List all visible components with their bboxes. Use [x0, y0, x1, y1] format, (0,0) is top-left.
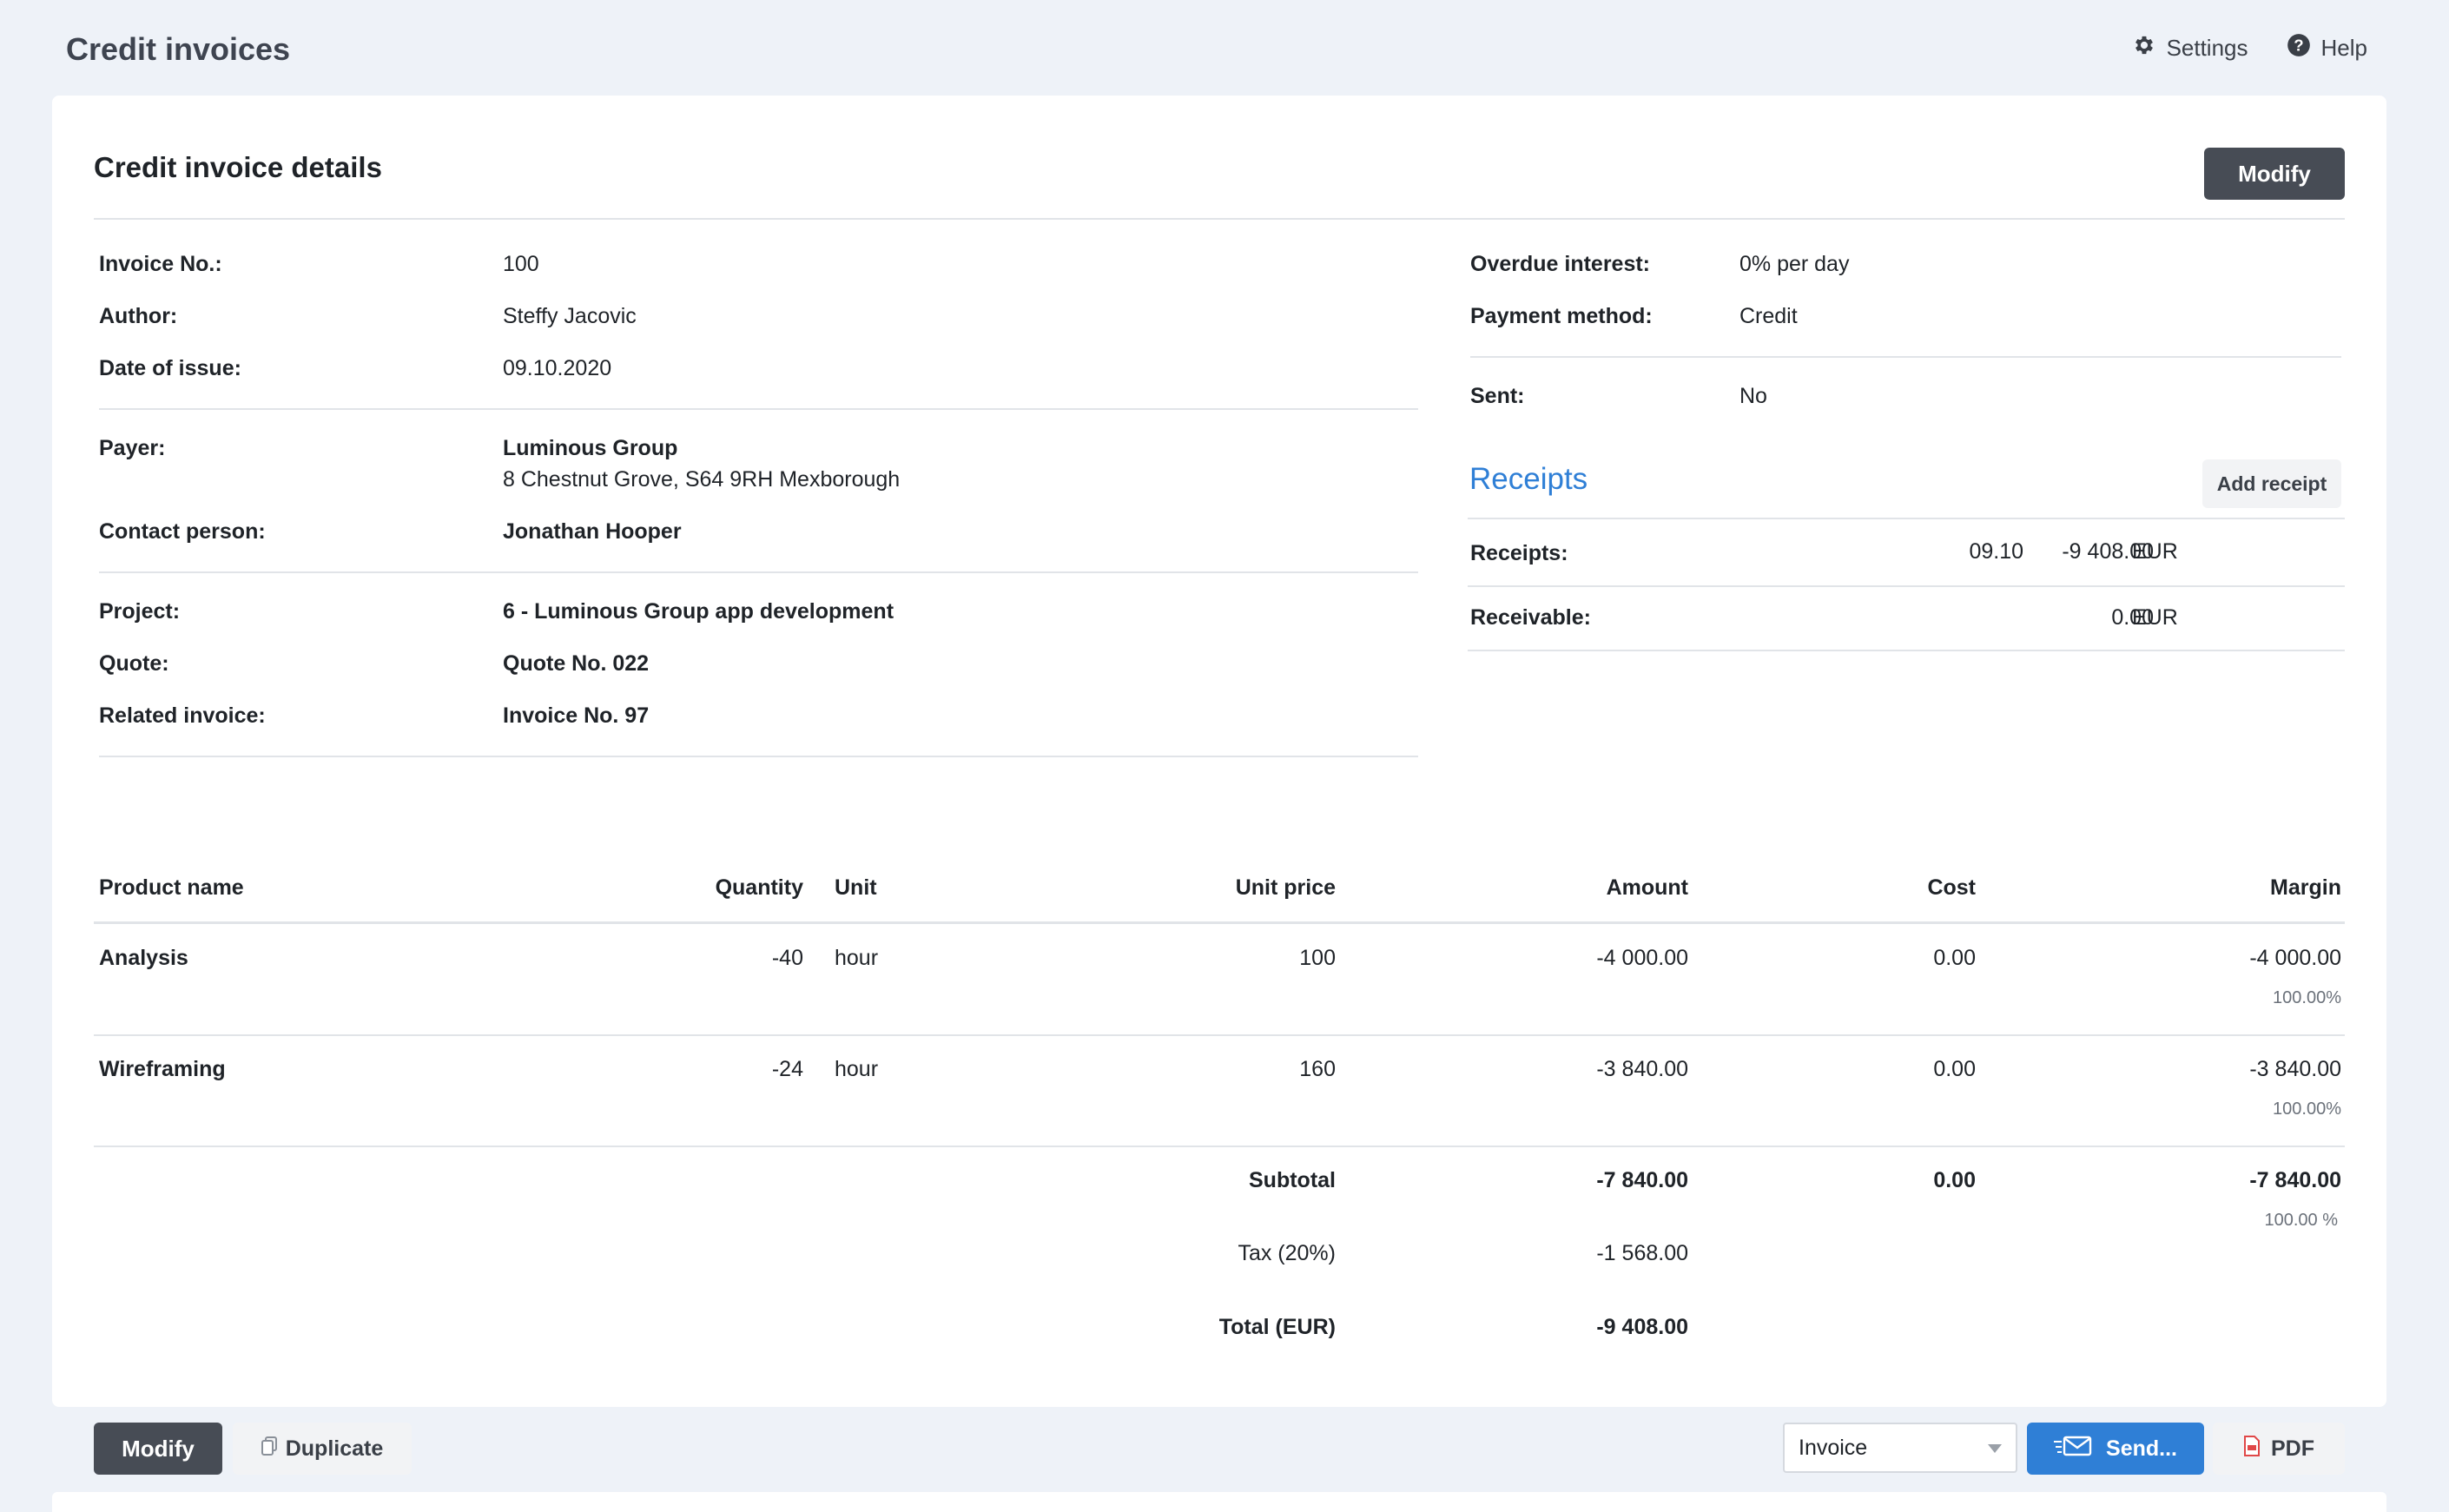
send-button[interactable]: Send...: [2027, 1423, 2204, 1475]
receipt-currency: EUR: [2132, 539, 2178, 564]
total-label: Total (EUR): [1218, 1315, 1336, 1339]
payer-name: Luminous Group: [503, 436, 678, 460]
help-link[interactable]: ? Help: [2287, 33, 2367, 63]
project-link[interactable]: 6 - Luminous Group app development: [503, 599, 894, 624]
sent-value: No: [1739, 384, 1767, 408]
document-type-select[interactable]: Invoice: [1783, 1423, 2017, 1473]
margin-percent: 100.00%: [2273, 1099, 2341, 1119]
receivable-label: Receivable:: [1470, 605, 1591, 630]
col-unit-price: Unit price: [1235, 875, 1336, 900]
top-actions: Settings ? Help: [2132, 33, 2367, 63]
receipts-heading: Receipts: [1469, 462, 1588, 496]
col-margin: Margin: [2270, 875, 2341, 900]
help-label: Help: [2320, 35, 2367, 61]
payment-method-label: Payment method:: [1470, 304, 1653, 328]
total-amount: -9 408.00: [1596, 1315, 1688, 1339]
amount-cell: -4 000.00: [1596, 946, 1688, 970]
quote-label: Quote:: [99, 651, 169, 676]
help-icon: ?: [2287, 33, 2311, 63]
unit-cell: hour: [835, 946, 879, 970]
next-card-edge: [52, 1492, 2386, 1512]
settings-link[interactable]: Settings: [2132, 33, 2248, 63]
contact-person-value: Jonathan Hooper: [503, 519, 682, 544]
divider: [94, 1034, 2345, 1036]
payer-label: Payer:: [99, 436, 166, 460]
document-type-value: Invoice: [1799, 1435, 1868, 1460]
pdf-button[interactable]: PDF: [2213, 1423, 2345, 1475]
tax-amount: -1 568.00: [1596, 1241, 1688, 1265]
col-quantity: Quantity: [715, 875, 803, 900]
add-receipt-button[interactable]: Add receipt: [2202, 459, 2341, 508]
modify-button-bottom[interactable]: Modify: [94, 1423, 222, 1475]
contact-person-label: Contact person:: [99, 519, 266, 544]
duplicate-button[interactable]: Duplicate: [233, 1423, 412, 1475]
modify-button[interactable]: Modify: [2204, 148, 2345, 200]
svg-text:?: ?: [2294, 36, 2303, 54]
pdf-icon: [2243, 1435, 2261, 1462]
top-bar: Credit invoices Settings ? Help: [0, 0, 2449, 96]
margin-cell: -3 840.00: [2249, 1057, 2341, 1081]
send-label: Send...: [2106, 1436, 2177, 1461]
payment-method-value: Credit: [1739, 304, 1798, 328]
invoice-no-value: 100: [503, 252, 539, 276]
table-header-divider: [94, 921, 2345, 924]
cost-cell: 0.00: [1933, 1057, 1976, 1081]
subtotal-amount: -7 840.00: [1596, 1168, 1688, 1192]
divider: [1468, 585, 2345, 587]
receipts-label: Receipts:: [1470, 541, 1568, 565]
amount-cell: -3 840.00: [1596, 1057, 1688, 1081]
divider: [99, 408, 1418, 410]
gear-icon: [2132, 33, 2156, 63]
quantity-cell: -40: [771, 946, 803, 970]
author-label: Author:: [99, 304, 178, 328]
sent-label: Sent:: [1470, 384, 1525, 408]
date-of-issue-value: 09.10.2020: [503, 356, 612, 380]
margin-percent: 100.00%: [2273, 988, 2341, 1007]
quantity-cell: -24: [771, 1057, 803, 1081]
col-amount: Amount: [1606, 875, 1688, 900]
invoice-no-label: Invoice No.:: [99, 252, 222, 276]
related-invoice-link[interactable]: Invoice No. 97: [503, 703, 649, 729]
overdue-interest-label: Overdue interest:: [1470, 252, 1651, 276]
divider: [94, 218, 2345, 220]
send-mail-icon: [2054, 1435, 2092, 1463]
receivable-currency: EUR: [2132, 605, 2178, 630]
overdue-interest-value: 0% per day: [1739, 252, 1850, 276]
copy-icon: [261, 1436, 277, 1462]
subtotal-label: Subtotal: [1249, 1168, 1336, 1192]
project-label: Project:: [99, 599, 181, 624]
divider: [1470, 356, 2341, 358]
settings-label: Settings: [2166, 35, 2248, 61]
invoice-details-card: Credit invoice details Modify Invoice No…: [52, 96, 2386, 1407]
chevron-down-icon: [1988, 1444, 2002, 1453]
payer-address: 8 Chestnut Grove, S64 9RH Mexborough: [503, 467, 901, 492]
author-value: Steffy Jacovic: [503, 304, 637, 328]
divider: [99, 571, 1418, 573]
subtotal-margin: -7 840.00: [2249, 1168, 2341, 1192]
duplicate-label: Duplicate: [285, 1436, 384, 1461]
divider: [1468, 518, 2345, 519]
subtotal-cost: 0.00: [1933, 1168, 1976, 1192]
subtotal-margin-percent: 100.00 %: [2264, 1211, 2338, 1230]
unit-price-cell: 160: [1299, 1057, 1336, 1081]
tax-label: Tax (20%): [1238, 1241, 1336, 1265]
card-title: Credit invoice details: [94, 151, 382, 183]
unit-price-cell: 100: [1299, 946, 1336, 970]
quote-link[interactable]: Quote No. 022: [503, 651, 649, 677]
divider: [1468, 650, 2345, 651]
related-invoice-label: Related invoice:: [99, 703, 266, 728]
page-title: Credit invoices: [66, 31, 291, 67]
product-name-cell: Analysis: [99, 946, 188, 970]
cost-cell: 0.00: [1933, 946, 1976, 970]
col-cost: Cost: [1927, 875, 1976, 900]
col-unit: Unit: [835, 875, 877, 900]
date-of-issue-label: Date of issue:: [99, 356, 241, 380]
product-name-cell: Wireframing: [99, 1057, 226, 1081]
margin-cell: -4 000.00: [2249, 946, 2341, 970]
pdf-label: PDF: [2271, 1436, 2314, 1461]
divider: [99, 756, 1418, 757]
divider: [94, 1146, 2345, 1147]
unit-cell: hour: [835, 1057, 879, 1081]
col-product-name: Product name: [99, 875, 244, 900]
